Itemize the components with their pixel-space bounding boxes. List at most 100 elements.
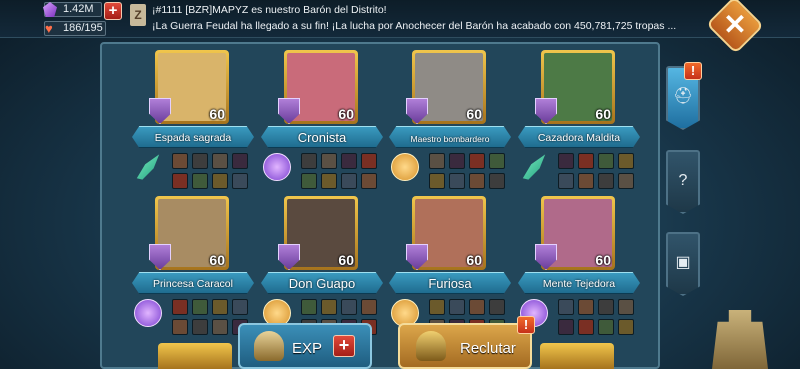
gem-value: 1.42M — [63, 3, 94, 15]
helmet-icon — [416, 331, 446, 361]
gear-slot[interactable] — [192, 153, 208, 169]
gear-slot[interactable] — [172, 319, 188, 335]
gear-slot[interactable] — [321, 299, 337, 315]
stamina-value: 186/195 — [63, 22, 103, 34]
gear-slot[interactable] — [618, 173, 634, 189]
news-line-2[interactable]: ¡La Guerra Feudal ha llegado a su fin! ¡… — [152, 20, 676, 32]
gear-slot[interactable] — [192, 299, 208, 315]
stamina-counter[interactable]: ♥ 186/195 — [44, 21, 106, 36]
gear-grid — [301, 153, 381, 189]
gear-slot[interactable] — [429, 173, 445, 189]
hero-level: 60 — [595, 252, 611, 268]
gear-slot[interactable] — [341, 153, 357, 169]
hero-level: 60 — [209, 252, 225, 268]
gear-slot[interactable] — [301, 153, 317, 169]
hero-name: Furiosa — [428, 276, 472, 291]
gear-slot[interactable] — [469, 153, 485, 169]
gear-slot[interactable] — [489, 299, 505, 315]
gear-slot[interactable] — [361, 173, 377, 189]
gear-slot[interactable] — [558, 319, 574, 335]
hero-card[interactable]: 60 Princesa Caracol — [128, 196, 258, 346]
gear-slot[interactable] — [172, 153, 188, 169]
gear-slot[interactable] — [469, 299, 485, 315]
orb-icon — [263, 153, 291, 181]
gear-slot[interactable] — [321, 173, 337, 189]
exp-label: EXP — [292, 340, 323, 357]
gear-grid — [558, 153, 638, 189]
hero-card[interactable]: 60 Cazadora Maldita — [514, 50, 644, 200]
gear-slot[interactable] — [578, 299, 594, 315]
gear-slot[interactable] — [449, 299, 465, 315]
gear-slot[interactable] — [618, 153, 634, 169]
helmet-icon: ⛑ — [673, 88, 694, 105]
gear-slot[interactable] — [429, 153, 445, 169]
gear-slot[interactable] — [578, 153, 594, 169]
gear-grid — [558, 299, 638, 335]
gem-counter[interactable]: 1.42M — [43, 2, 102, 17]
gear-slot[interactable] — [212, 299, 228, 315]
gem-icon — [43, 2, 57, 17]
gear-slot[interactable] — [618, 319, 634, 335]
gear-slot[interactable] — [232, 173, 248, 189]
fist-icon — [391, 153, 419, 181]
gear-slot[interactable] — [212, 153, 228, 169]
exp-plus-button[interactable]: + — [333, 335, 355, 357]
scroll-icon[interactable]: Z — [130, 4, 146, 26]
hero-level: 60 — [338, 106, 354, 122]
hero-name: Maestro bombardero — [410, 134, 490, 144]
gear-slot[interactable] — [192, 173, 208, 189]
hero-name: Cronista — [297, 130, 347, 145]
gear-slot[interactable] — [172, 173, 188, 189]
gear-slot[interactable] — [489, 173, 505, 189]
gear-slot[interactable] — [558, 153, 574, 169]
gear-slot[interactable] — [212, 173, 228, 189]
hero-name: Mente Tejedora — [542, 278, 616, 290]
feather-icon — [522, 154, 546, 180]
gear-slot[interactable] — [301, 173, 317, 189]
add-gems-button[interactable]: + — [104, 2, 122, 20]
gear-slot[interactable] — [429, 299, 445, 315]
gear-slot[interactable] — [449, 173, 465, 189]
hero-level: 60 — [595, 106, 611, 122]
gear-slot[interactable] — [598, 319, 614, 335]
hero-card[interactable]: 60 Espada sagrada — [128, 50, 258, 200]
gear-slot[interactable] — [361, 299, 377, 315]
gear-slot[interactable] — [578, 319, 594, 335]
gear-grid — [429, 153, 509, 189]
hero-level: 60 — [466, 106, 482, 122]
gear-slot[interactable] — [341, 173, 357, 189]
gear-slot[interactable] — [301, 299, 317, 315]
gear-slot[interactable] — [618, 299, 634, 315]
gear-slot[interactable] — [469, 173, 485, 189]
gear-slot[interactable] — [489, 153, 505, 169]
gear-slot[interactable] — [212, 319, 228, 335]
recruit-label: Reclutar — [460, 340, 516, 357]
gear-slot[interactable] — [598, 173, 614, 189]
gear-slot[interactable] — [172, 299, 188, 315]
gear-slot[interactable] — [341, 299, 357, 315]
hero-card[interactable]: 60 Cronista — [257, 50, 387, 200]
gear-slot[interactable] — [558, 299, 574, 315]
hero-portrait-partial[interactable] — [158, 343, 232, 369]
news-line-1: ¡#1111 [BZR]MAPYZ es nuestro Barón del D… — [152, 4, 387, 16]
hero-name: Princesa Caracol — [153, 278, 233, 290]
gear-slot[interactable] — [558, 173, 574, 189]
hero-portrait-partial[interactable] — [540, 343, 614, 369]
gear-slot[interactable] — [578, 173, 594, 189]
gear-grid — [172, 153, 252, 189]
hero-card[interactable]: 60 Maestro bombardero — [385, 50, 515, 200]
hero-level: 60 — [338, 252, 354, 268]
gear-slot[interactable] — [232, 299, 248, 315]
heart-icon: ♥ — [45, 21, 53, 36]
feather-icon — [136, 154, 160, 180]
gear-slot[interactable] — [598, 299, 614, 315]
gear-slot[interactable] — [598, 153, 614, 169]
gear-slot[interactable] — [361, 153, 377, 169]
question-icon: ? — [678, 172, 688, 189]
gear-slot[interactable] — [192, 319, 208, 335]
top-bar: 1.42M ♥ 186/195 + Z ¡#1111 [BZR]MAPYZ es… — [0, 0, 800, 38]
gear-slot[interactable] — [232, 153, 248, 169]
gear-slot[interactable] — [449, 153, 465, 169]
hero-level: 60 — [209, 106, 225, 122]
gear-slot[interactable] — [321, 153, 337, 169]
